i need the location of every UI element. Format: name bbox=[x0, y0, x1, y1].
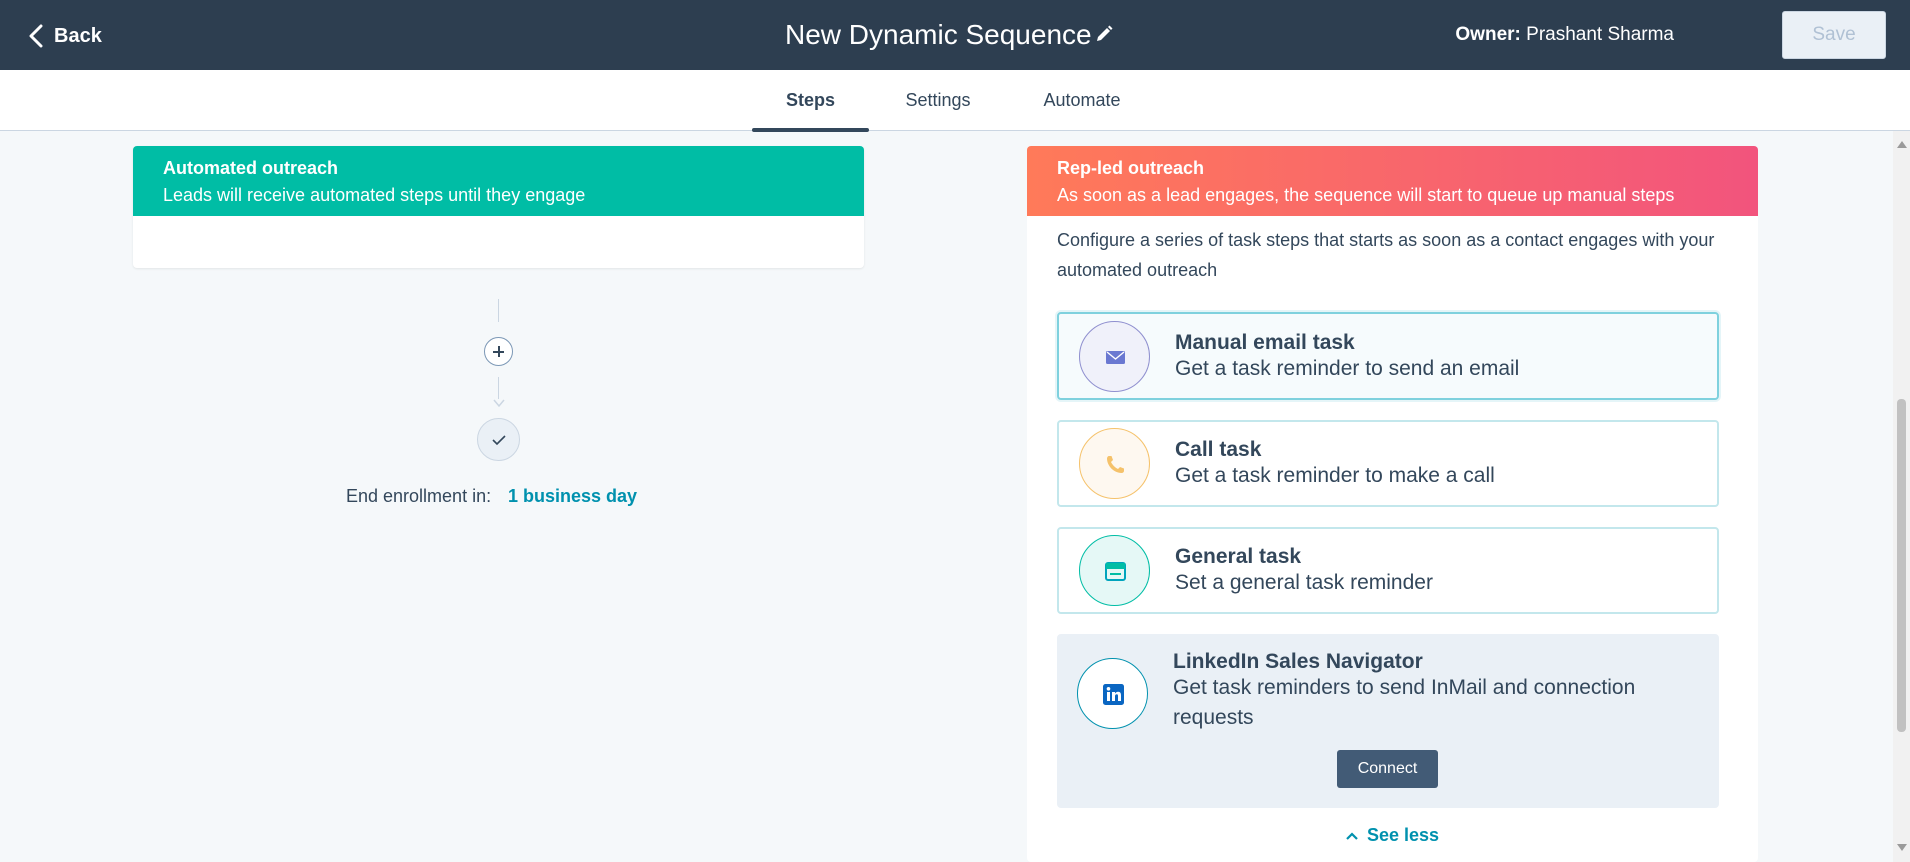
email-icon-circle bbox=[1079, 321, 1150, 392]
add-step-button[interactable] bbox=[484, 337, 513, 366]
automated-outreach-banner: Automated outreach Leads will receive au… bbox=[133, 146, 864, 216]
call-task-option[interactable]: Call task Get a task reminder to make a … bbox=[1057, 420, 1719, 507]
automated-outreach-card: Automated outreach Leads will receive au… bbox=[133, 146, 864, 268]
task-title: Manual email task bbox=[1175, 331, 1355, 354]
task-title: General task bbox=[1175, 545, 1302, 568]
tab-bar: Steps Settings Automate bbox=[0, 70, 1910, 132]
rep-led-outreach-description: As soon as a lead engages, the sequence … bbox=[1057, 185, 1675, 205]
task-icon-circle bbox=[1079, 535, 1150, 606]
linkedin-title: LinkedIn Sales Navigator bbox=[1173, 650, 1423, 673]
arrow-down-icon bbox=[493, 399, 505, 408]
connector-line-top bbox=[498, 299, 499, 322]
rep-led-outreach-banner: Rep-led outreach As soon as a lead engag… bbox=[1027, 146, 1758, 216]
top-header: Back New Dynamic Sequence Owner: Prashan… bbox=[0, 0, 1910, 70]
chevron-up-icon bbox=[1346, 831, 1358, 840]
tab-automate[interactable]: Automate bbox=[1030, 70, 1134, 131]
back-button[interactable]: Back bbox=[28, 22, 102, 50]
connector-line-bottom bbox=[498, 377, 499, 399]
rep-led-intro: Configure a series of task steps that st… bbox=[1057, 230, 1715, 280]
linkedin-icon bbox=[1103, 684, 1124, 705]
see-less-label: See less bbox=[1367, 825, 1440, 845]
back-label: Back bbox=[54, 24, 102, 47]
tab-steps[interactable]: Steps bbox=[752, 70, 869, 132]
manual-email-task-option[interactable]: Manual email task Get a task reminder to… bbox=[1057, 312, 1719, 400]
automated-outreach-description: Leads will receive automated steps until… bbox=[163, 185, 586, 205]
tab-settings[interactable]: Settings bbox=[882, 70, 994, 131]
linkedin-icon-circle bbox=[1077, 658, 1148, 729]
save-button[interactable]: Save bbox=[1782, 11, 1886, 59]
end-node bbox=[477, 418, 520, 461]
scrollbar-thumb[interactable] bbox=[1897, 399, 1906, 732]
sequence-title: New Dynamic Sequence bbox=[785, 19, 1092, 50]
rep-led-outreach-title: Rep-led outreach bbox=[1057, 158, 1205, 178]
scroll-down-arrow-icon[interactable] bbox=[1897, 844, 1907, 851]
end-enrollment-value-link[interactable]: 1 business day bbox=[508, 486, 637, 507]
see-less-button[interactable]: See less bbox=[1345, 825, 1439, 846]
phone-icon-circle bbox=[1079, 428, 1150, 499]
vertical-scrollbar[interactable] bbox=[1893, 131, 1910, 862]
checkmark-icon bbox=[492, 435, 506, 446]
scroll-up-arrow-icon[interactable] bbox=[1897, 141, 1907, 148]
task-description: Set a general task reminder bbox=[1175, 571, 1433, 594]
automated-outreach-title: Automated outreach bbox=[163, 158, 339, 178]
owner-info: Owner: Prashant Sharma bbox=[1455, 24, 1674, 46]
pencil-icon[interactable] bbox=[1094, 24, 1114, 44]
task-description: Get a task reminder to make a call bbox=[1175, 464, 1495, 487]
phone-icon bbox=[1107, 456, 1124, 473]
end-enrollment-label: End enrollment in: bbox=[346, 486, 492, 506]
task-icon bbox=[1105, 562, 1126, 581]
owner-name: Prashant Sharma bbox=[1526, 24, 1674, 45]
chevron-left-icon bbox=[29, 24, 43, 48]
email-icon bbox=[1106, 351, 1125, 364]
task-title: Call task bbox=[1175, 438, 1262, 461]
task-description: Get a task reminder to send an email bbox=[1175, 357, 1520, 380]
linkedin-description: Get task reminders to send InMail and co… bbox=[1173, 676, 1636, 729]
rep-led-outreach-card: Rep-led outreach As soon as a lead engag… bbox=[1027, 146, 1758, 862]
general-task-option[interactable]: General task Set a general task reminder bbox=[1057, 527, 1719, 614]
owner-label: Owner: bbox=[1455, 24, 1521, 45]
linkedin-sales-navigator-option: LinkedIn Sales Navigator Get task remind… bbox=[1057, 634, 1719, 808]
connect-button[interactable]: Connect bbox=[1337, 750, 1438, 788]
